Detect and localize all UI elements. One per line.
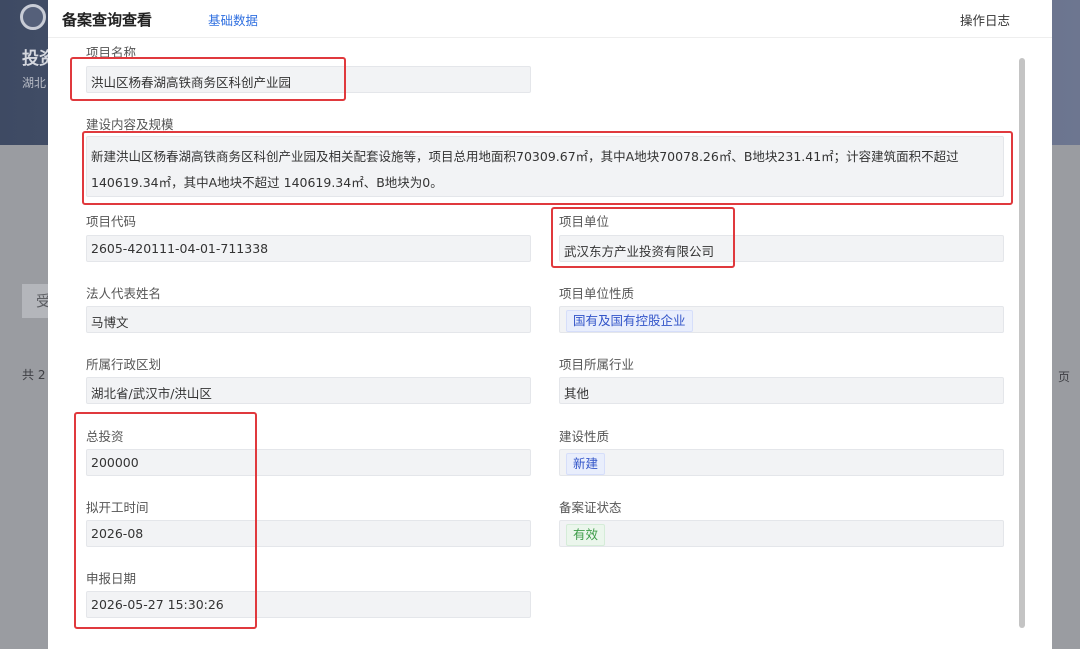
unit-nature-tag: 国有及国有控股企业	[566, 310, 693, 332]
dialog-title: 备案查询查看	[62, 11, 153, 29]
build-nature-field: 新建	[559, 449, 1004, 476]
project-code-label: 项目代码	[86, 214, 137, 229]
record-status-field: 有效	[559, 520, 1004, 547]
dialog-scrollbar[interactable]	[1017, 40, 1027, 640]
industry-label: 项目所属行业	[559, 357, 635, 372]
app-logo-icon	[20, 4, 46, 30]
unit-nature-field: 国有及国有控股企业	[559, 306, 1004, 333]
background-page-label: 页	[1058, 370, 1071, 384]
unit-nature-label: 项目单位性质	[559, 286, 635, 301]
total-investment-field: 200000	[86, 449, 531, 476]
legal-rep-field: 马博文	[86, 306, 531, 333]
build-nature-label: 建设性质	[559, 429, 610, 444]
record-status-tag: 有效	[566, 524, 606, 546]
scrollbar-thumb[interactable]	[1019, 58, 1025, 628]
dialog-header: 备案查询查看 基础数据 操作日志	[48, 0, 1052, 38]
tab-basic-data[interactable]: 基础数据	[208, 10, 258, 29]
report-date-label: 申报日期	[86, 571, 137, 586]
report-date-field: 2026-05-27 15:30:26	[86, 591, 531, 618]
operation-log-link[interactable]: 操作日志	[960, 10, 1010, 29]
region-field: 湖北省/武汉市/洪山区	[86, 377, 531, 404]
total-investment-label: 总投资	[86, 429, 124, 444]
industry-field: 其他	[559, 377, 1004, 404]
project-code-field: 2605-420111-04-01-711338	[86, 235, 531, 262]
record-status-label: 备案证状态	[559, 500, 622, 515]
planned-start-label: 拟开工时间	[86, 500, 149, 515]
project-name-label: 项目名称	[86, 45, 137, 60]
record-query-dialog: 备案查询查看 基础数据 操作日志 项目名称 洪山区杨春湖高铁商务区科创产业园 建…	[48, 0, 1052, 649]
planned-start-field: 2026-08	[86, 520, 531, 547]
construction-content-field: 新建洪山区杨春湖高铁商务区科创产业园及相关配套设施等，项目总用地面积70309.…	[86, 136, 1004, 197]
legal-rep-label: 法人代表姓名	[86, 286, 162, 301]
project-unit-field: 武汉东方产业投资有限公司	[559, 235, 1004, 262]
project-unit-label: 项目单位	[559, 214, 610, 229]
build-nature-tag: 新建	[566, 453, 606, 475]
background-banner-subtitle: 湖北	[22, 76, 47, 90]
region-label: 所属行政区划	[86, 357, 162, 372]
construction-content-label: 建设内容及规模	[86, 117, 174, 132]
background-total-count: 共 2	[22, 368, 46, 382]
project-name-field: 洪山区杨春湖高铁商务区科创产业园	[86, 66, 531, 93]
